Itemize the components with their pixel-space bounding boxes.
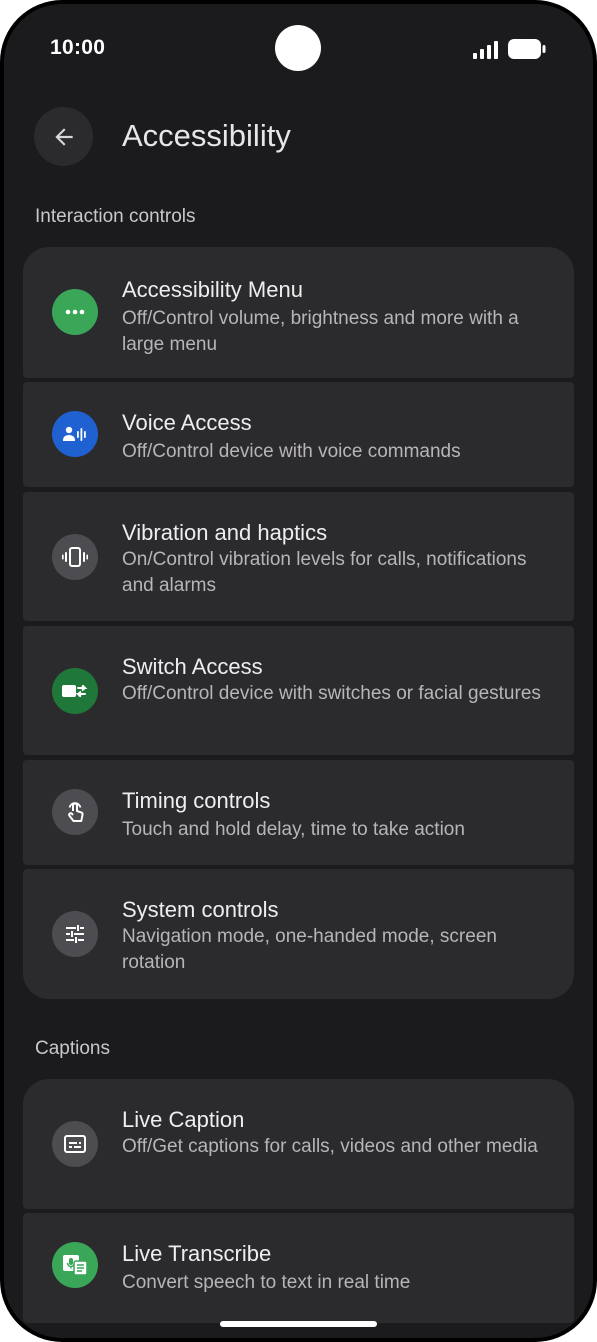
item-title: System controls xyxy=(122,897,279,922)
home-indicator[interactable] xyxy=(220,1321,377,1327)
camera-cutout xyxy=(275,25,321,71)
voice-access-icon xyxy=(52,411,98,457)
vibration-icon xyxy=(52,534,98,580)
item-title: Voice Access xyxy=(122,410,252,435)
more-horiz-icon xyxy=(52,289,98,335)
list-item-vibration-haptics[interactable]: Vibration and haptics On/Control vibrati… xyxy=(23,492,574,621)
caption-icon xyxy=(52,1121,98,1167)
section-header-interaction-controls: Interaction controls xyxy=(35,206,196,227)
item-title: Accessibility Menu xyxy=(122,277,303,302)
list-item-switch-access[interactable]: Switch Access Off/Control device with sw… xyxy=(23,626,574,755)
list-item-system-controls[interactable]: System controls Navigation mode, one-han… xyxy=(23,869,574,999)
signal-icon xyxy=(473,41,498,59)
screen: 10:00 Accessibility Interaction controls xyxy=(4,4,593,1338)
switch-access-icon xyxy=(52,668,98,714)
item-subtitle: Navigation mode, one-handed mode, screen… xyxy=(122,926,497,973)
item-title: Switch Access xyxy=(122,654,263,679)
item-title: Vibration and haptics xyxy=(122,520,328,545)
status-time: 10:00 xyxy=(50,36,106,59)
battery-icon xyxy=(508,39,546,59)
item-subtitle: Off/Control device with voice commands xyxy=(122,441,461,462)
touch-icon xyxy=(52,789,98,835)
item-subtitle: Convert speech to text in real time xyxy=(122,1272,411,1293)
item-subtitle: On/Control vibration levels for calls, n… xyxy=(122,549,527,596)
list-item-voice-access[interactable]: Voice Access Off/Control device with voi… xyxy=(23,382,574,487)
item-subtitle: Off/Get captions for calls, videos and o… xyxy=(122,1136,538,1157)
page-title: Accessibility xyxy=(122,118,291,153)
arrow-back-icon xyxy=(54,127,73,146)
item-subtitle: Off/Control device with switches or faci… xyxy=(122,683,541,704)
item-subtitle: Touch and hold delay, time to take actio… xyxy=(122,819,465,840)
transcribe-icon xyxy=(52,1242,98,1288)
list-item-live-transcribe[interactable]: Live Transcribe Convert speech to text i… xyxy=(23,1213,574,1323)
item-title: Live Transcribe xyxy=(122,1241,272,1266)
list-item-timing-controls[interactable]: Timing controls Touch and hold delay, ti… xyxy=(23,760,574,865)
item-subtitle: Off/Control volume, brightness and more … xyxy=(122,308,519,355)
list-item-accessibility-menu[interactable]: Accessibility Menu Off/Control volume, b… xyxy=(23,247,574,378)
back-button[interactable] xyxy=(34,107,93,166)
item-title: Timing controls xyxy=(122,788,271,813)
list-item-live-caption[interactable]: Live Caption Off/Get captions for calls,… xyxy=(23,1079,574,1209)
section-header-captions: Captions xyxy=(35,1038,110,1059)
status-bar: 10:00 xyxy=(4,4,593,94)
item-title: Live Caption xyxy=(122,1107,245,1132)
device-frame: 10:00 Accessibility Interaction controls xyxy=(0,0,597,1342)
tune-icon xyxy=(52,911,98,957)
